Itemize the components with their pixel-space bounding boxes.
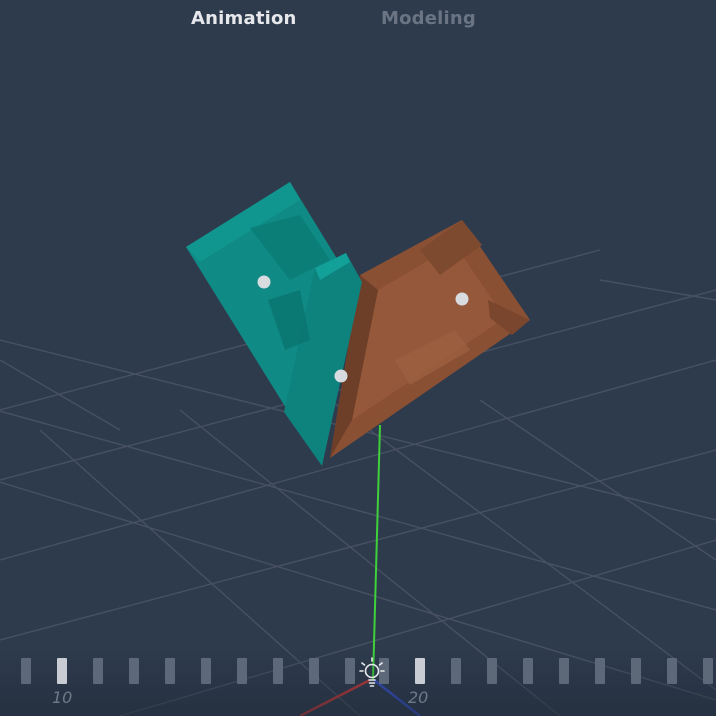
timeline-tick[interactable]	[165, 658, 175, 684]
timeline-tick[interactable]	[559, 658, 569, 684]
3d-viewport[interactable]	[0, 0, 716, 716]
pivot-point-brown[interactable]	[455, 292, 469, 306]
timeline-tick[interactable]	[631, 658, 641, 684]
timeline-tick[interactable]	[595, 658, 605, 684]
tab-modeling[interactable]: Modeling	[381, 8, 476, 29]
timeline-tick-major[interactable]	[57, 658, 67, 684]
timeline-tick[interactable]	[201, 658, 211, 684]
timeline-label-20: 20	[408, 688, 429, 707]
timeline-tick[interactable]	[523, 658, 533, 684]
brown-part[interactable]	[330, 220, 530, 458]
pivot-point-teal[interactable]	[257, 275, 271, 289]
timeline[interactable]: 10 20	[0, 650, 716, 716]
timeline-label-10: 10	[52, 688, 73, 707]
timeline-tick[interactable]	[237, 658, 247, 684]
timeline-tick[interactable]	[703, 658, 713, 684]
timeline-tick[interactable]	[667, 658, 677, 684]
timeline-tick[interactable]	[129, 658, 139, 684]
timeline-tick[interactable]	[451, 658, 461, 684]
timeline-tick[interactable]	[487, 658, 497, 684]
timeline-tick[interactable]	[345, 658, 355, 684]
tab-animation[interactable]: Animation	[191, 8, 297, 29]
timeline-tick[interactable]	[93, 658, 103, 684]
timeline-tick-major[interactable]	[415, 658, 425, 684]
lightbulb-icon[interactable]	[359, 656, 385, 692]
timeline-tick[interactable]	[273, 658, 283, 684]
y-axis-line	[372, 424, 381, 681]
mode-tabs: Animation Modeling	[0, 0, 716, 40]
pivot-point-center[interactable]	[334, 369, 348, 383]
timeline-tick[interactable]	[309, 658, 319, 684]
timeline-tick[interactable]	[21, 658, 31, 684]
